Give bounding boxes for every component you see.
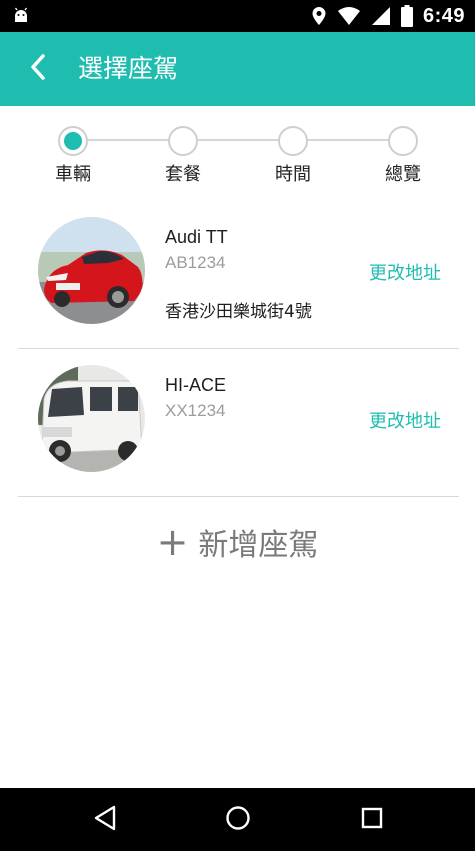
vehicle-address: 香港沙田樂城街4號 bbox=[165, 302, 312, 322]
plus-icon: + bbox=[156, 520, 189, 564]
page-title: 選擇座駕 bbox=[78, 54, 179, 83]
step-dot bbox=[278, 126, 308, 156]
step-package[interactable]: 套餐 bbox=[143, 124, 223, 186]
vehicle-plate: XX1234 bbox=[165, 401, 226, 420]
location-icon bbox=[311, 6, 327, 26]
nav-recents-button[interactable] bbox=[354, 802, 390, 838]
step-dot bbox=[388, 126, 418, 156]
step-dot bbox=[168, 126, 198, 156]
step-label: 套餐 bbox=[165, 164, 201, 185]
change-address-button[interactable]: 更改地址 bbox=[369, 407, 441, 433]
vehicle-name: Audi TT bbox=[165, 227, 228, 247]
stepper-line bbox=[73, 139, 403, 141]
vehicle-list-item[interactable]: Audi TT AB1234 香港沙田樂城街4號 更改地址 bbox=[18, 201, 459, 349]
step-overview[interactable]: 總覽 bbox=[363, 124, 443, 186]
vehicle-plate: AB1234 bbox=[165, 253, 226, 272]
nav-home-button[interactable] bbox=[220, 802, 256, 838]
step-label: 車輛 bbox=[55, 164, 91, 185]
home-circle-icon bbox=[225, 805, 251, 835]
recents-square-icon bbox=[360, 806, 384, 834]
vehicle-name: HI-ACE bbox=[165, 375, 227, 395]
add-vehicle-button[interactable]: + 新增座駕 bbox=[0, 512, 475, 572]
vehicle-photo-white-van bbox=[38, 365, 145, 472]
step-time[interactable]: 時間 bbox=[253, 124, 333, 186]
system-nav-bar bbox=[0, 788, 475, 851]
wifi-icon bbox=[337, 6, 361, 26]
step-label: 時間 bbox=[275, 164, 311, 185]
status-time: 6:49 bbox=[422, 4, 465, 27]
signal-icon bbox=[371, 6, 391, 26]
back-triangle-icon bbox=[93, 805, 117, 835]
battery-icon bbox=[400, 5, 413, 27]
status-bar: 6:49 bbox=[0, 0, 475, 32]
android-icon bbox=[10, 5, 32, 27]
step-vehicle[interactable]: 車輛 bbox=[33, 124, 113, 186]
vehicle-photo-red-car bbox=[38, 217, 145, 324]
back-button[interactable] bbox=[18, 49, 58, 89]
step-dot-active bbox=[58, 126, 88, 156]
chevron-left-icon bbox=[28, 53, 48, 85]
change-address-button[interactable]: 更改地址 bbox=[369, 259, 441, 285]
progress-stepper: 車輛 套餐 時間 總覽 bbox=[0, 124, 475, 186]
step-label: 總覽 bbox=[385, 164, 421, 185]
nav-back-button[interactable] bbox=[87, 802, 123, 838]
add-vehicle-label: 新增座駕 bbox=[198, 528, 319, 563]
app-bar: 選擇座駕 bbox=[0, 32, 475, 106]
vehicle-list-item[interactable]: HI-ACE XX1234 更改地址 bbox=[18, 349, 459, 497]
